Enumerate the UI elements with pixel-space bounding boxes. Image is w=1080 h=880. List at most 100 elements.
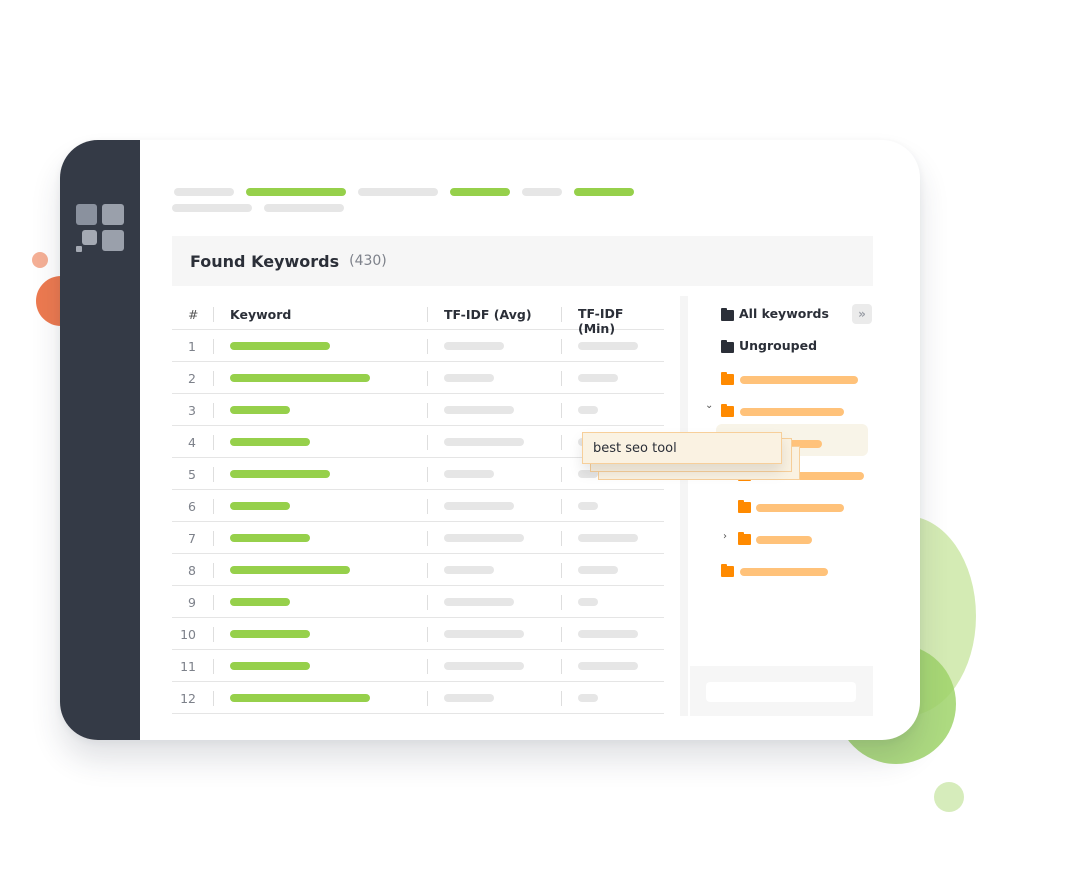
- keyword-placeholder: [230, 342, 330, 350]
- column-divider: [561, 371, 562, 386]
- column-divider: [213, 307, 214, 322]
- column-divider: [561, 435, 562, 450]
- column-divider: [427, 339, 428, 354]
- tree-item-group[interactable]: [700, 370, 872, 390]
- keyword-placeholder: [230, 694, 370, 702]
- column-divider: [427, 531, 428, 546]
- column-divider: [427, 563, 428, 578]
- new-group-input[interactable]: [706, 682, 856, 702]
- column-divider: [561, 595, 562, 610]
- tfidf-avg-placeholder: [444, 438, 524, 446]
- keyword-placeholder: [230, 470, 330, 478]
- row-number: 1: [188, 339, 196, 354]
- group-name-placeholder: [740, 568, 828, 576]
- column-divider: [427, 595, 428, 610]
- tfidf-avg-placeholder: [444, 502, 514, 510]
- column-divider: [213, 435, 214, 450]
- dragged-keyword-card[interactable]: best seo tool: [582, 432, 782, 464]
- tfidf-avg-placeholder: [444, 566, 494, 574]
- nav-placeholder[interactable]: [174, 188, 234, 196]
- nav-placeholder-active[interactable]: [574, 188, 634, 196]
- table-row[interactable]: 8: [172, 554, 664, 586]
- column-divider: [427, 307, 428, 322]
- tree-item-group-expanded[interactable]: ⌄: [700, 400, 872, 422]
- table-row[interactable]: 12: [172, 682, 664, 714]
- tree-item-subgroup[interactable]: [700, 498, 872, 518]
- tfidf-avg-placeholder: [444, 534, 524, 542]
- tree-item-label: Ungrouped: [739, 338, 818, 353]
- column-divider: [213, 595, 214, 610]
- table-row[interactable]: 9: [172, 586, 664, 618]
- table-header: # Keyword TF-IDF (Avg) TF-IDF (Min): [172, 298, 664, 336]
- column-divider: [213, 627, 214, 642]
- table-row[interactable]: 3: [172, 394, 664, 426]
- column-divider: [213, 691, 214, 706]
- table-row[interactable]: 11: [172, 650, 664, 682]
- column-divider: [561, 691, 562, 706]
- column-divider: [427, 499, 428, 514]
- tfidf-avg-placeholder: [444, 342, 504, 350]
- column-divider: [213, 371, 214, 386]
- tree-footer: [690, 666, 873, 716]
- keyword-placeholder: [230, 630, 310, 638]
- folder-icon: [721, 564, 734, 577]
- collapse-panel-button[interactable]: »: [852, 304, 872, 324]
- column-divider: [561, 403, 562, 418]
- column-header-tfidf-avg[interactable]: TF-IDF (Avg): [444, 307, 532, 322]
- column-divider: [561, 659, 562, 674]
- table-row[interactable]: 10: [172, 618, 664, 650]
- column-divider: [561, 499, 562, 514]
- tfidf-avg-placeholder: [444, 598, 514, 606]
- keyword-placeholder: [230, 438, 310, 446]
- keyword-placeholder: [230, 566, 350, 574]
- nav-placeholder-active[interactable]: [246, 188, 346, 196]
- table-row[interactable]: 2: [172, 362, 664, 394]
- tree-item-group[interactable]: [700, 562, 872, 582]
- column-header-keyword[interactable]: Keyword: [230, 307, 291, 322]
- tree-item-ungrouped[interactable]: Ungrouped: [700, 338, 872, 358]
- keyword-placeholder: [230, 598, 290, 606]
- table-row[interactable]: 7: [172, 522, 664, 554]
- keyword-placeholder: [230, 662, 310, 670]
- tree-item-subgroup-collapsed[interactable]: ›: [700, 530, 872, 550]
- column-divider: [561, 307, 562, 322]
- column-divider: [213, 531, 214, 546]
- keyword-placeholder: [230, 406, 290, 414]
- nav-placeholder[interactable]: [264, 204, 344, 212]
- row-number: 6: [188, 499, 196, 514]
- tfidf-min-placeholder: [578, 598, 598, 606]
- column-header-number[interactable]: #: [188, 307, 198, 322]
- chevron-down-icon[interactable]: ⌄: [705, 400, 713, 411]
- table-row[interactable]: 1: [172, 330, 664, 362]
- row-number: 2: [188, 371, 196, 386]
- decorative-circle-green-small: [934, 782, 964, 812]
- app-logo-grid-icon[interactable]: [76, 204, 124, 252]
- panel-title: Found Keywords: [190, 251, 340, 271]
- panel-divider[interactable]: [680, 296, 688, 716]
- tfidf-min-placeholder: [578, 374, 618, 382]
- tree-item-label: All keywords: [739, 306, 829, 321]
- column-divider: [427, 691, 428, 706]
- keywords-table: # Keyword TF-IDF (Avg) TF-IDF (Min) 1234…: [172, 298, 664, 714]
- keyword-count: (430): [349, 253, 387, 269]
- column-divider: [213, 467, 214, 482]
- row-number: 3: [188, 403, 196, 418]
- row-number: 10: [180, 627, 196, 642]
- nav-placeholder[interactable]: [522, 188, 562, 196]
- row-number: 12: [180, 691, 196, 706]
- column-divider: [561, 563, 562, 578]
- tree-item-all-keywords[interactable]: All keywords: [700, 306, 872, 326]
- nav-placeholder[interactable]: [172, 204, 252, 212]
- column-divider: [213, 499, 214, 514]
- column-divider: [213, 659, 214, 674]
- decorative-circle-orange-small: [32, 252, 48, 268]
- group-name-placeholder: [740, 408, 844, 416]
- nav-placeholder-active[interactable]: [450, 188, 510, 196]
- folder-icon: [738, 532, 751, 545]
- column-divider: [213, 563, 214, 578]
- table-row[interactable]: 6: [172, 490, 664, 522]
- group-name-placeholder: [756, 504, 844, 512]
- keyword-placeholder: [230, 534, 310, 542]
- chevron-right-icon[interactable]: ›: [723, 531, 727, 542]
- nav-placeholder[interactable]: [358, 188, 438, 196]
